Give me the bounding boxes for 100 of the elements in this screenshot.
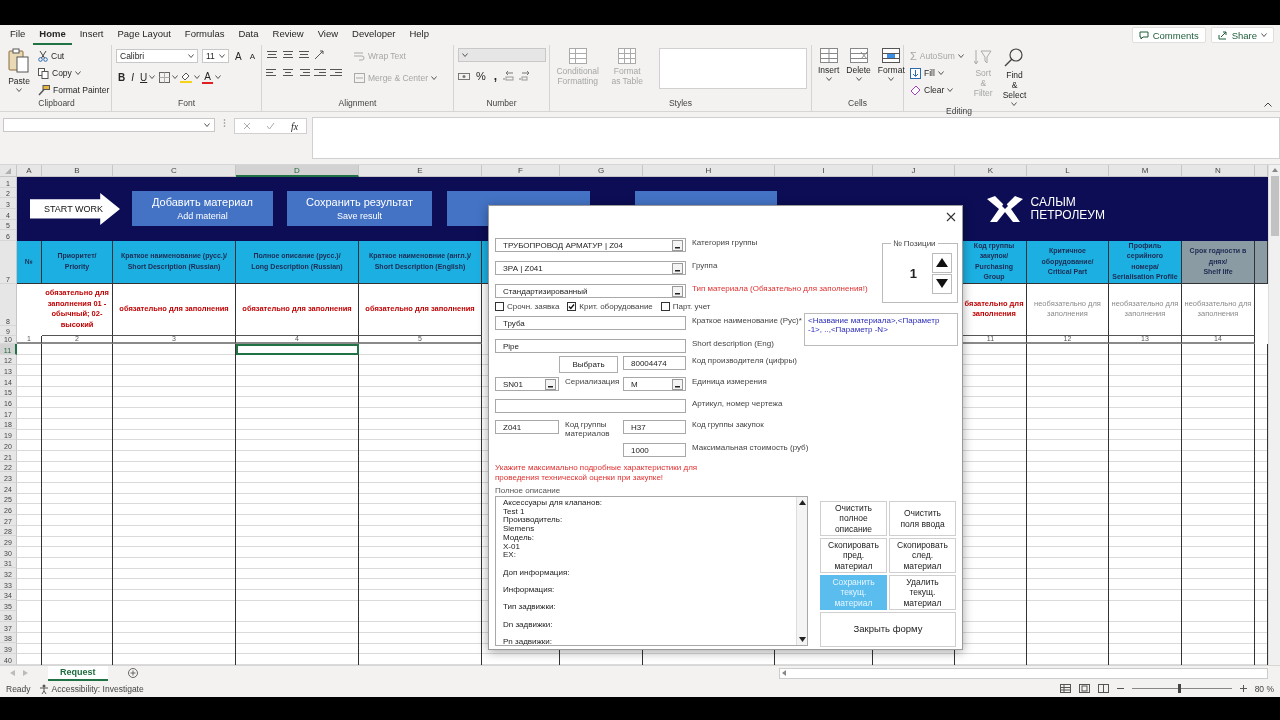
select-all-button[interactable]: [0, 165, 17, 177]
ribbon-tab[interactable]: Developer: [346, 25, 402, 45]
column-header[interactable]: B: [42, 165, 113, 177]
percent-button[interactable]: %: [474, 68, 488, 84]
combo-field[interactable]: ТРУБОПРОВОД АРМАТУР | Z04: [495, 238, 686, 252]
checkbox-label: Крит. оборудование: [579, 302, 653, 311]
format-painter-button[interactable]: Format Painter: [36, 82, 112, 98]
caret-icon: [947, 88, 954, 92]
grow-font-button[interactable]: A: [233, 48, 244, 64]
scrollbar-drawing[interactable]: [1268, 165, 1280, 665]
action-button[interactable]: Закрыть форму: [820, 612, 956, 647]
column-header[interactable]: I: [775, 165, 873, 177]
column-header[interactable]: J: [873, 165, 955, 177]
copy-button[interactable]: Copy: [36, 65, 112, 81]
zoom-thumb[interactable]: [1177, 684, 1181, 693]
action-button[interactable]: Удалить текущ. материал: [889, 575, 956, 610]
checkbox[interactable]: [567, 302, 577, 311]
text-field[interactable]: [495, 399, 686, 413]
text-field[interactable]: Pipe: [495, 339, 686, 353]
column-header[interactable]: M: [1109, 165, 1182, 177]
format-cells-button[interactable]: Format: [875, 48, 907, 98]
search-icon: [1004, 48, 1025, 68]
share-button[interactable]: Share: [1210, 27, 1274, 43]
zoom-level[interactable]: 80 %: [1254, 683, 1274, 694]
caret-icon: [204, 123, 210, 127]
ribbon-tab[interactable]: File: [4, 25, 32, 45]
column-header[interactable]: D: [236, 165, 359, 177]
column-header[interactable]: A: [17, 165, 42, 177]
banner-button[interactable]: Сохранить результат Save result: [287, 191, 432, 227]
italic-button[interactable]: I: [129, 69, 136, 85]
selected-cell[interactable]: [236, 343, 359, 355]
text-field[interactable]: Труба: [495, 316, 686, 330]
description-field[interactable]: Аксессуары для клапанов: Test 1 Производитель: Siemens Модель: X-01 EX: Доп информация: Информация: Тип задвижки: Dn задвижки: Pn задвижки:: [495, 496, 808, 646]
text-field[interactable]: H37: [623, 420, 686, 434]
spin-up-button[interactable]: [932, 252, 952, 273]
text-field[interactable]: 1000: [623, 443, 686, 457]
action-button[interactable]: Скопировать след. материал: [889, 538, 956, 573]
comma-button[interactable]: ,: [491, 68, 500, 84]
column-header[interactable]: G: [560, 165, 643, 177]
accessibility-status[interactable]: Accessibility: Investigate: [51, 683, 144, 694]
paste-button[interactable]: Paste: [6, 48, 32, 98]
column-header[interactable]: L: [1027, 165, 1109, 177]
spin-down-button[interactable]: [932, 273, 952, 294]
ribbon-tab[interactable]: Page Layout: [111, 25, 177, 45]
formula-input[interactable]: [312, 117, 1280, 159]
banner-button[interactable]: Добавить материал Add material: [132, 191, 273, 227]
logo-text: ПЕТРОЛЕУМ: [1030, 208, 1105, 222]
caret-icon: [855, 77, 862, 81]
ribbon-tab[interactable]: Insert: [73, 25, 110, 45]
text-field[interactable]: 80004474: [623, 356, 686, 370]
caret-icon: [214, 75, 221, 79]
font-color-button[interactable]: A: [202, 70, 213, 84]
comments-button[interactable]: Comments: [1131, 27, 1206, 43]
combo-field[interactable]: SN01: [495, 377, 559, 391]
insert-cells-button[interactable]: Insert: [816, 48, 842, 98]
delete-cells-button[interactable]: Delete: [844, 48, 873, 98]
font-size-field[interactable]: 11: [202, 49, 229, 63]
underline-button[interactable]: U: [138, 69, 158, 85]
hint-box: <Название материала>,<Параметр -1>, ..,<Параметр -N>: [804, 313, 958, 346]
combo-field[interactable]: ЗРА | Z041: [495, 261, 686, 275]
shrink-font-button[interactable]: A: [247, 48, 257, 64]
ribbon-tab[interactable]: View: [311, 25, 345, 45]
column-header[interactable]: K: [955, 165, 1027, 177]
text-field[interactable]: Z041: [495, 420, 559, 434]
insert-function-button[interactable]: fx: [291, 120, 299, 132]
column-header[interactable]: C: [113, 165, 236, 177]
column-header[interactable]: H: [643, 165, 775, 177]
scrollbar-drawing[interactable]: [796, 497, 807, 645]
action-button[interactable]: Скопировать пред. материал: [820, 538, 887, 573]
action-button[interactable]: Очистить полное описание: [820, 501, 887, 536]
cut-button[interactable]: Cut: [36, 48, 112, 64]
name-box[interactable]: [3, 118, 215, 132]
scrollbar-drawing[interactable]: [779, 667, 1268, 679]
ribbon-tab[interactable]: Help: [403, 25, 435, 45]
select-button[interactable]: Выбрать: [559, 356, 618, 373]
sheet-tab[interactable]: Request: [48, 665, 108, 681]
format-table-icon: [618, 48, 637, 64]
column-header[interactable]: F: [482, 165, 560, 177]
column-header[interactable]: E: [359, 165, 482, 177]
find-select-button[interactable]: Find & Select: [1000, 48, 1029, 106]
number-format-field[interactable]: [458, 48, 546, 62]
bold-button[interactable]: B: [116, 69, 128, 85]
checkbox[interactable]: [495, 302, 504, 311]
clear-button[interactable]: Clear: [908, 82, 966, 98]
column-header[interactable]: [1255, 165, 1268, 177]
font-name-field[interactable]: Calibri: [116, 49, 198, 63]
fill-button[interactable]: Fill: [908, 65, 966, 81]
styles-gallery[interactable]: [658, 48, 807, 89]
dropdown-icon: [672, 285, 683, 297]
field-label: Единица измерения: [691, 377, 767, 386]
action-button[interactable]: Очистить поля ввода: [889, 501, 956, 536]
scrollbar-thumb[interactable]: [1270, 176, 1279, 236]
ribbon-tab[interactable]: Formulas: [178, 25, 231, 45]
ribbon-tab[interactable]: Data: [232, 25, 265, 45]
column-header[interactable]: N: [1182, 165, 1255, 177]
ribbon-tab[interactable]: Review: [266, 25, 310, 45]
wrap-icon: [354, 51, 365, 61]
combo-field[interactable]: M: [623, 377, 686, 391]
checkbox[interactable]: [660, 302, 670, 311]
combo-field[interactable]: Стандартизированный: [495, 284, 686, 298]
